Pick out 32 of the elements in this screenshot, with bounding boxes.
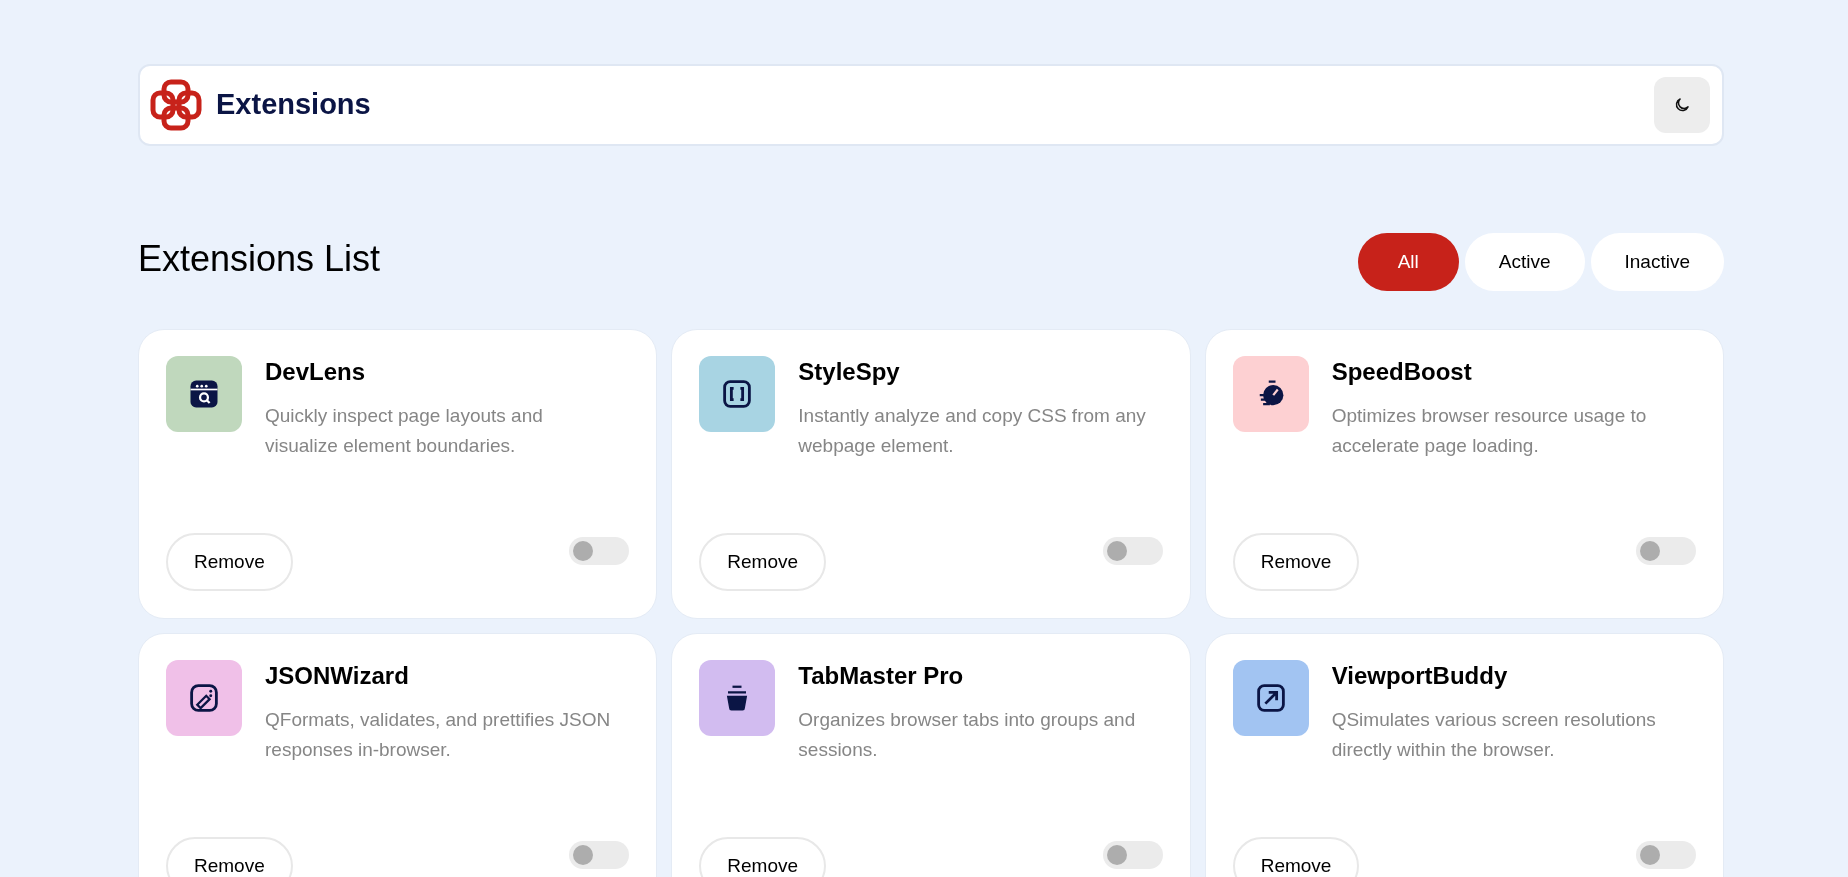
extension-name: DevLens — [265, 357, 367, 387]
toggle-switch[interactable] — [569, 537, 630, 565]
extension-description: QSimulates various screen resolutions directly within the browser. — [1331, 708, 1657, 762]
remove-button[interactable]: Remove — [166, 837, 293, 877]
moon-icon — [1673, 96, 1691, 114]
extension-name: SpeedBoost — [1331, 357, 1473, 387]
toggle-switch[interactable] — [1102, 537, 1163, 565]
filter-tab[interactable]: All — [1357, 233, 1459, 291]
filter-tab[interactable]: Inactive — [1590, 233, 1724, 291]
extension-name: TabMaster Pro — [798, 661, 965, 691]
toggle-switch[interactable] — [1636, 841, 1696, 869]
extension-description: Quickly inspect page layouts and visualize element boundaries. — [265, 404, 544, 458]
extension-name: ViewportBuddy — [1331, 661, 1509, 691]
remove-button[interactable]: Remove — [699, 837, 827, 877]
section-title: Extensions List — [138, 241, 381, 277]
extension-description: Instantly analyze and copy CSS from any webpage element. — [798, 404, 1147, 458]
toggle-switch[interactable] — [1102, 841, 1163, 869]
extension-name: JSONWizard — [265, 661, 410, 691]
theme-toggle-button[interactable] — [1654, 77, 1710, 133]
toggle-switch[interactable] — [1636, 537, 1696, 565]
remove-button[interactable]: Remove — [1232, 533, 1360, 591]
remove-button[interactable]: Remove — [166, 533, 293, 591]
app-title: Extensions — [216, 87, 371, 123]
extension-description: Organizes browser tabs into groups and sessions. — [798, 708, 1137, 762]
remove-button[interactable]: Remove — [1232, 837, 1360, 877]
filter-tab[interactable]: Active — [1464, 233, 1585, 291]
extension-description: QFormats, validates, and prettifies JSON responses in-browser. — [265, 708, 612, 762]
extension-name: StyleSpy — [798, 357, 901, 387]
logo-icon — [150, 79, 202, 131]
extension-description: Optimizes browser resource usage to accelerate page loading. — [1331, 404, 1648, 458]
toggle-switch[interactable] — [569, 841, 630, 869]
remove-button[interactable]: Remove — [699, 533, 827, 591]
